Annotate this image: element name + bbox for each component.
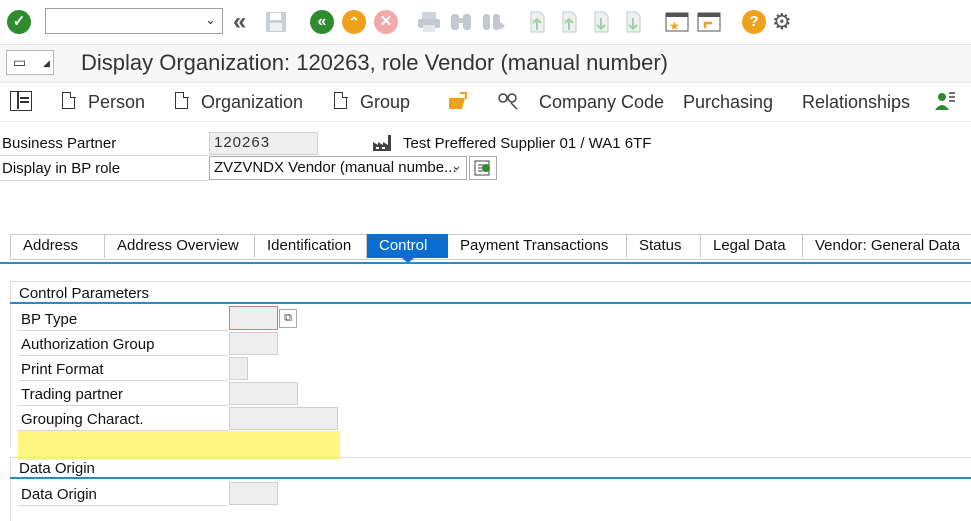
menu-button[interactable]: ▭ ◢ [6, 50, 54, 75]
label-underline [0, 155, 208, 156]
business-partner-description: Test Preffered Supplier 01 / WA1 6TF [403, 135, 652, 152]
bp-role-label: Display in BP role [2, 160, 121, 177]
double-left-icon[interactable]: « [233, 8, 246, 36]
organization-icon [175, 91, 189, 109]
data-origin-field[interactable] [229, 482, 278, 505]
data-origin-label: Data Origin [21, 486, 97, 503]
page-title: Display Organization: 120263, role Vendo… [81, 50, 668, 75]
next-page-icon[interactable] [590, 10, 612, 34]
partner-user-icon[interactable] [933, 90, 957, 112]
data-origin-title: Data Origin [19, 460, 95, 477]
authorization-group-field[interactable] [229, 332, 278, 355]
cancel-icon[interactable]: ✕ [374, 10, 398, 34]
open-folder-icon[interactable] [447, 92, 469, 110]
group-button[interactable]: Group [360, 92, 410, 113]
role-dropdown-chevron-icon[interactable]: ⌄ [451, 158, 462, 174]
control-parameters-frame [10, 281, 971, 447]
business-partner-label: Business Partner [2, 135, 117, 152]
print-format-field[interactable] [229, 357, 248, 380]
tab-vendor-general-data[interactable]: Vendor: General Data [803, 234, 971, 258]
switch-view-icon[interactable] [10, 91, 32, 111]
group-underline [10, 477, 971, 479]
bp-role-value: ZVZVNDX Vendor (manual numbe... [214, 159, 457, 176]
business-partner-field[interactable]: 120263 [209, 132, 318, 155]
shortcut-icon[interactable] [696, 10, 722, 34]
tab-address[interactable]: Address [10, 234, 105, 258]
authorization-group-label: Authorization Group [21, 336, 155, 353]
factory-icon [372, 134, 392, 152]
find-next-icon[interactable] [480, 10, 506, 34]
person-button[interactable]: Person [88, 92, 145, 113]
save-icon[interactable] [264, 10, 288, 34]
label-underline [18, 330, 228, 331]
tab-status[interactable]: Status [627, 234, 701, 258]
grouping-charact-field[interactable] [229, 407, 338, 430]
print-format-label: Print Format [21, 361, 104, 378]
person-icon [62, 91, 76, 109]
data-origin-frame [10, 457, 971, 521]
last-page-icon[interactable] [622, 10, 644, 34]
print-icon[interactable] [416, 10, 442, 34]
group-underline [10, 302, 971, 304]
tab-payment-transactions[interactable]: Payment Transactions [448, 234, 627, 258]
tab-control[interactable]: Control [367, 234, 448, 258]
menu-arrow-icon: ◢ [43, 58, 50, 68]
enter-icon[interactable]: ✓ [7, 10, 31, 34]
switch-role-icon[interactable] [469, 156, 497, 180]
exit-icon[interactable]: ⌃ [342, 10, 366, 34]
bp-type-field[interactable] [229, 306, 278, 330]
highlight-marker [18, 431, 340, 460]
command-field[interactable]: ⌄ [45, 8, 223, 34]
settings-icon[interactable]: ⚙ [772, 9, 792, 35]
tab-legal-data[interactable]: Legal Data [701, 234, 803, 258]
tab-identification[interactable]: Identification [255, 234, 367, 258]
purchasing-button[interactable]: Purchasing [683, 92, 773, 113]
company-code-button[interactable]: Company Code [539, 92, 664, 113]
label-underline [0, 180, 208, 181]
back-icon[interactable]: « [310, 10, 334, 34]
relationships-button[interactable]: Relationships [802, 92, 910, 113]
trading-partner-field[interactable] [229, 382, 298, 405]
help-icon[interactable]: ? [742, 10, 766, 34]
tab-address-overview[interactable]: Address Overview [105, 234, 255, 258]
label-underline [18, 355, 228, 356]
menu-icon: ▭ [13, 54, 27, 70]
command-dropdown-icon[interactable]: ⌄ [205, 12, 216, 28]
tab-underline [0, 262, 971, 264]
previous-page-icon[interactable] [558, 10, 580, 34]
value-help-icon[interactable]: ⧉ [279, 309, 297, 328]
label-underline [18, 505, 228, 506]
organization-button[interactable]: Organization [201, 92, 303, 113]
first-page-icon[interactable] [526, 10, 548, 34]
group-icon [334, 91, 348, 109]
bp-role-dropdown[interactable]: ZVZVNDX Vendor (manual numbe... [209, 156, 467, 180]
label-underline [18, 380, 228, 381]
label-underline [18, 405, 228, 406]
bp-type-label: BP Type [21, 311, 78, 328]
svg-text:★: ★ [669, 19, 680, 33]
control-parameters-title: Control Parameters [19, 285, 150, 302]
create-session-icon[interactable]: ★ [664, 10, 690, 34]
grouping-charact-label: Grouping Charact. [21, 411, 144, 428]
find-icon[interactable] [448, 10, 474, 34]
glasses-icon[interactable] [497, 90, 519, 110]
trading-partner-label: Trading partner [21, 386, 123, 403]
